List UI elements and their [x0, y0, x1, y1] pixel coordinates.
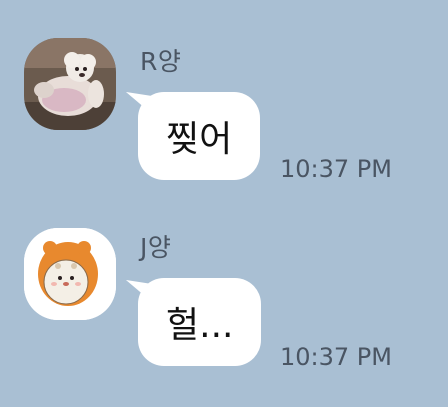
message-timestamp: 10:37 PM: [280, 343, 392, 371]
avatar[interactable]: [24, 228, 116, 320]
hamster-cartoon-avatar-icon: [24, 228, 116, 320]
chat-message: J양 헐... 10:37 PM: [0, 200, 448, 407]
message-bubble[interactable]: 찢어: [138, 92, 261, 180]
message-timestamp: 10:37 PM: [280, 155, 392, 183]
poodle-dog-avatar-icon: [24, 38, 116, 130]
message-text: 헐...: [166, 305, 234, 346]
chat-message: R양 찢어 10:37 PM: [0, 0, 448, 200]
sender-name: R양: [140, 47, 182, 76]
sender-name: J양: [140, 233, 172, 262]
message-text: 찢어: [166, 119, 233, 160]
message-bubble[interactable]: 헐...: [138, 278, 262, 366]
avatar[interactable]: [24, 38, 116, 130]
